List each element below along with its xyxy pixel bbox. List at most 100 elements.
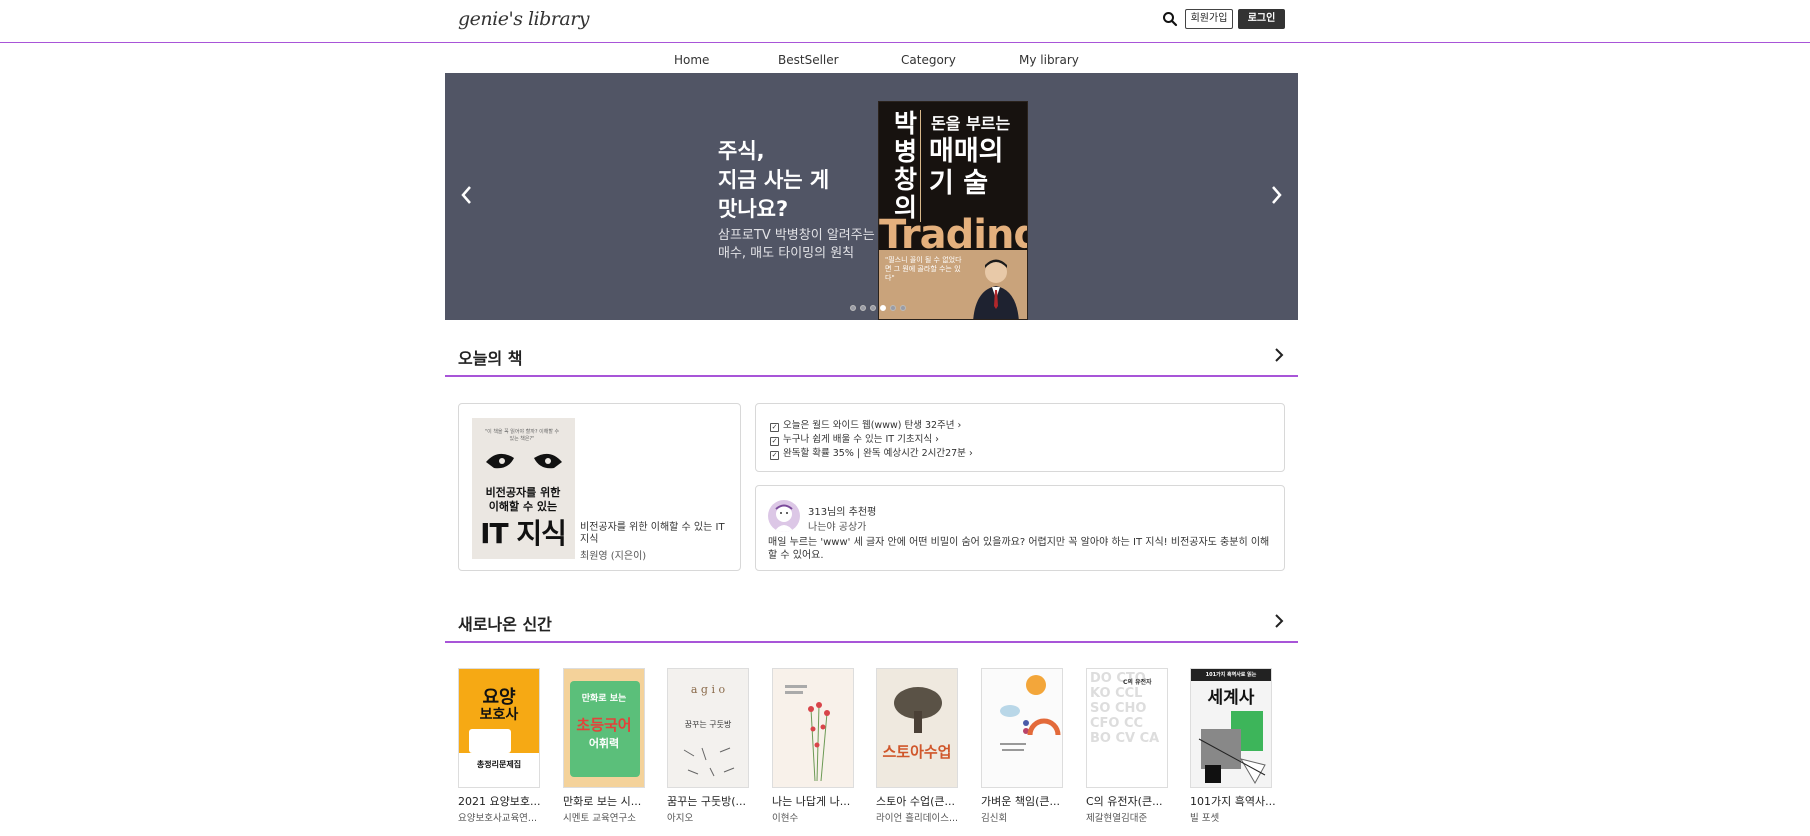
carousel-prev-icon[interactable] (457, 181, 477, 209)
book-cover[interactable] (981, 668, 1063, 788)
book-title[interactable]: 나는 나답게 나... (772, 793, 862, 809)
nav-category[interactable]: Category (901, 53, 956, 67)
acronym: KO (1090, 686, 1111, 701)
carousel-dot[interactable] (890, 305, 896, 311)
avatar (768, 500, 800, 532)
recommend-card: 313님의 추천평 나는야 공상가 매일 누르는 'www' 세 글자 안에 어… (755, 485, 1285, 571)
book-item[interactable]: 스토아수업 스토아 수업(큰... 라이언 흘리데이스... (876, 668, 960, 824)
book-author: 라이언 흘리데이스... (876, 813, 958, 824)
check-icon: ✓ (770, 451, 779, 460)
site-logo[interactable]: genie's library (458, 8, 590, 30)
cover-text: 초등국어 (576, 716, 632, 734)
login-button[interactable]: 로그인 (1238, 9, 1285, 29)
banner-book-cover[interactable]: 박 병 창 의 돈을 부르는 매매의 기 술 Trading "필스니 꼴이 될… (878, 101, 1028, 320)
acronym: CV (1115, 731, 1136, 746)
book-title[interactable]: 스토아 수업(큰... (876, 793, 966, 809)
book-item[interactable]: 나는 나답게 나... 이현수 (772, 668, 856, 824)
book-title[interactable]: 만화로 보는 시... (563, 793, 653, 809)
tree-illustration (894, 687, 942, 733)
eyes-icon (486, 453, 562, 469)
book-cover[interactable]: 만화로 보는 초등국어 어휘력 (563, 668, 645, 788)
info-text: 누구나 쉽게 배울 수 있는 IT 기초지식 (783, 434, 933, 445)
history-collage-illustration (1198, 711, 1266, 785)
cover-big-line: 기 술 (929, 168, 989, 199)
banner-headline-line: 지금 사는 게 (718, 168, 830, 192)
carousel-dot-active[interactable] (880, 305, 886, 311)
today-book-author: 최원영 (지은이) (580, 551, 647, 562)
book-title[interactable]: C의 유전자(큰... (1086, 793, 1176, 809)
recommend-body: 매일 누르는 'www' 세 글자 안에 어떤 비밀이 숨어 있을까요? 어렵지… (768, 537, 1270, 561)
today-book-title[interactable]: 비전공자를 위한 이해할 수 있는 IT지식 (580, 522, 730, 546)
banner-subtext-line: 삼프로TV 박병창이 알려주는 (718, 228, 875, 243)
book-item[interactable]: 만화로 보는 초등국어 어휘력 만화로 보는 시... 시멘토 교육연구소 (563, 668, 647, 824)
hero-carousel: 주식, 지금 사는 게 맛나요? 삼프로TV 박병창이 알려주는 매수, 매도 … (445, 73, 1298, 320)
nav-my-library[interactable]: My library (1019, 53, 1079, 67)
flowers-illustration (785, 685, 830, 782)
book-title[interactable]: 2021 요양보호... (458, 793, 548, 809)
cover-char: 병 (893, 137, 917, 166)
chevron-right-icon[interactable] (1272, 347, 1286, 362)
cover-text: 101가지 흑역사로 읽는 (1205, 672, 1257, 678)
book-title[interactable]: 꿈꾸는 구둣방(... (667, 793, 757, 809)
carousel-dot[interactable] (900, 305, 906, 311)
book-cover[interactable]: DO CTO KO CCL SO CHO CFO CC BO CV CA C의 … (1086, 668, 1168, 788)
book-cover[interactable]: a g i o 꿈꾸는 구둣방 (667, 668, 749, 788)
cover-line: IT 지식 (480, 517, 567, 550)
acronym: CHO (1114, 701, 1147, 716)
banner-headline-line: 맛나요? (718, 197, 789, 221)
today-book-card[interactable]: "이 책을 꼭 읽어야 할까? 이해할 수 있는 책은?" 비전공자를 위한 이… (458, 403, 741, 571)
info-line[interactable]: ✓ 오늘은 월드 와이드 웹(www) 탄생 32주년 › (770, 417, 961, 432)
cover-text: C의 유전자 (1123, 679, 1152, 686)
today-book-cover[interactable]: "이 책을 꼭 읽어야 할까? 이해할 수 있는 책은?" 비전공자를 위한 이… (472, 418, 575, 559)
cover-text: 보호사 (479, 707, 519, 723)
today-info-card: ✓ 오늘은 월드 와이드 웹(www) 탄생 32주년 › ✓ 누구나 쉽게 배울 … (755, 403, 1285, 472)
book-author: 시멘토 교육연구소 (563, 813, 636, 824)
book-cover[interactable]: 스토아수업 (876, 668, 958, 788)
top-header: genie's library 회원가입 로그인 (0, 0, 1810, 43)
section-title-new: 새로나온 신간 (458, 615, 552, 634)
chevron-right-icon[interactable] (1272, 613, 1286, 628)
banner-headline: 주식, 지금 사는 게 맛나요? (718, 137, 829, 224)
book-title[interactable]: 가벼운 책임(큰... (981, 793, 1071, 809)
book-cover[interactable]: 요양 보호사 총정리문제집 (458, 668, 540, 788)
book-author: 빌 포셋 (1190, 813, 1220, 824)
cover-text: 스토아수업 (882, 743, 952, 761)
carousel-dot[interactable] (850, 305, 856, 311)
nav-home[interactable]: Home (674, 53, 709, 67)
book-author: 이현수 (772, 813, 799, 824)
book-title[interactable]: 101가지 흑역사... (1190, 793, 1280, 809)
acronym: CFO (1090, 716, 1120, 731)
acronym: SO (1090, 701, 1111, 716)
carousel-dot[interactable] (860, 305, 866, 311)
book-item[interactable]: 가벼운 책임(큰... 김신회 (981, 668, 1065, 824)
book-cover[interactable]: 101가지 흑역사로 읽는 세계사 (1190, 668, 1272, 788)
nav-bestseller[interactable]: BestSeller (778, 53, 839, 67)
cover-big-line: 매매의 (929, 136, 1004, 167)
signup-button[interactable]: 회원가입 (1185, 9, 1233, 29)
acronym: CCL (1115, 686, 1143, 701)
book-author: 요양보호사교육연... (458, 813, 537, 824)
section-divider (445, 375, 1298, 377)
tools-illustration (683, 747, 735, 777)
book-author: 김신회 (981, 813, 1008, 824)
book-cover[interactable] (772, 668, 854, 788)
carousel-next-icon[interactable] (1266, 181, 1286, 209)
book-item[interactable]: DO CTO KO CCL SO CHO CFO CC BO CV CA C의 … (1086, 668, 1170, 824)
info-line[interactable]: ✓ 누구나 쉽게 배울 수 있는 IT 기초지식 › (770, 431, 939, 446)
cover-char: 박 (893, 109, 917, 138)
banner-headline-line: 주식, (718, 139, 765, 163)
acronym: CC (1124, 716, 1144, 731)
acronym: BO (1090, 731, 1111, 746)
cover-text: 만화로 보는 (581, 694, 627, 704)
book-item[interactable]: 101가지 흑역사로 읽는 세계사 101가지 흑역사... 빌 포셋 (1190, 668, 1276, 824)
info-line[interactable]: ✓ 완독할 확률 35% | 완독 예상시간 2시간27분 › (770, 445, 973, 460)
book-item[interactable]: 요양 보호사 총정리문제집 2021 요양보호... 요양보호사교육연... (458, 668, 542, 824)
info-text: 완독할 확률 35% | 완독 예상시간 2시간27분 (783, 448, 966, 459)
cover-text: a g i o (690, 683, 726, 696)
book-item[interactable]: a g i o 꿈꾸는 구둣방 꿈꾸는 구둣방(... 아지오 (667, 668, 751, 824)
cover-char: 창 (893, 165, 917, 194)
search-icon[interactable] (1161, 10, 1179, 28)
acronym: DO (1090, 671, 1112, 686)
carousel-dot[interactable] (870, 305, 876, 311)
recommend-count: 313님의 추천평 (808, 507, 877, 518)
